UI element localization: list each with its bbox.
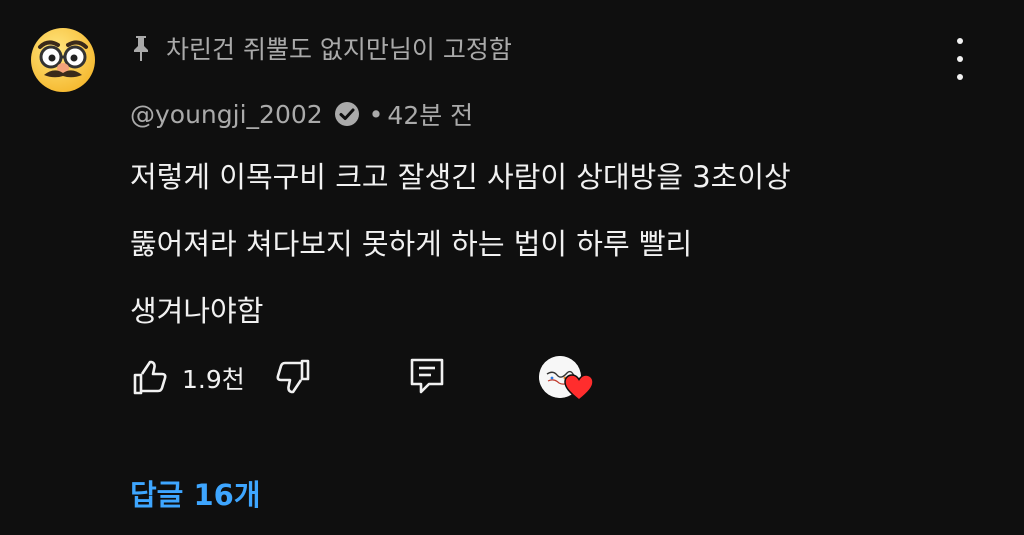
comment-text: 저렇게 이목구비 크고 잘생긴 사람이 상대방을 3초이상 뚫어져라 쳐다보지 … <box>130 144 970 345</box>
thumb-up-icon <box>133 360 167 395</box>
view-replies-link[interactable]: 답글 16개 <box>130 472 261 514</box>
reply-button[interactable] <box>407 356 447 400</box>
dislike-button[interactable] <box>273 356 313 400</box>
comment-reply-icon <box>410 358 444 394</box>
more-vert-icon <box>957 38 963 44</box>
like-button[interactable]: 1.9천 <box>130 358 245 398</box>
pinned-indicator: 차린건 쥐뿔도 없지만님이 고정함 <box>130 28 512 68</box>
disguise-face-icon <box>31 28 95 92</box>
more-options-button[interactable] <box>944 38 976 80</box>
comment-line: 저렇게 이목구비 크고 잘생긴 사람이 상대방을 3초이상 <box>130 160 791 194</box>
pin-icon <box>134 36 148 61</box>
comment-line: 뚫어져라 쳐다보지 못하게 하는 법이 하루 빨리 <box>130 227 693 261</box>
thumb-down-icon <box>276 359 310 394</box>
comment-line: 생겨나야함 <box>130 294 264 328</box>
meta-separator: • <box>368 99 384 129</box>
heart-icon <box>564 374 594 401</box>
like-count: 1.9천 <box>182 365 245 394</box>
comment-actions: 1.9천 <box>130 354 599 402</box>
comment-time: 42분 전 <box>387 101 474 130</box>
author-avatar[interactable] <box>30 27 96 93</box>
creator-heart <box>538 354 599 402</box>
author-handle[interactable]: @youngji_2002 <box>130 100 323 129</box>
pinned-text: 차린건 쥐뿔도 없지만님이 고정함 <box>166 35 512 64</box>
verified-check-icon <box>334 102 359 126</box>
comment-meta: @youngji_2002 • 42분 전 <box>130 94 473 134</box>
